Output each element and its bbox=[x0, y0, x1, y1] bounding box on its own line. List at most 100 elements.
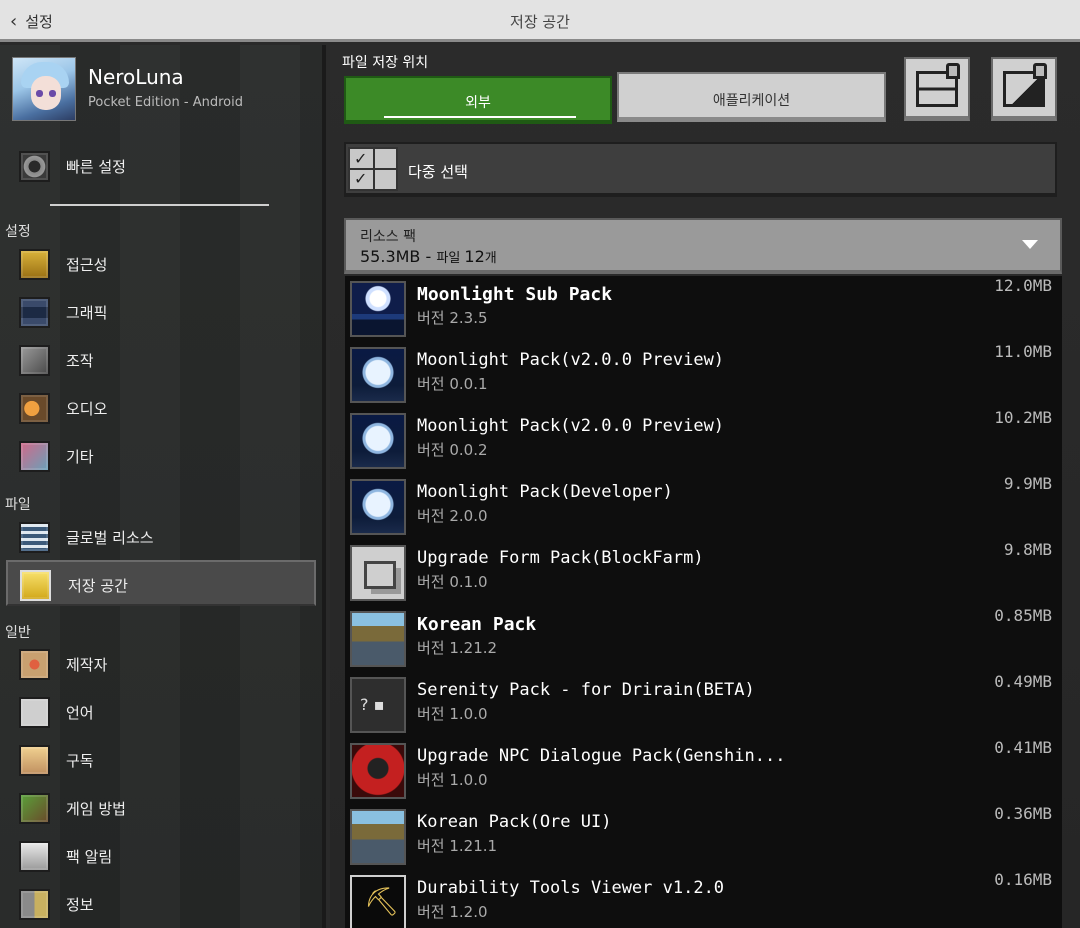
pack-summary: 55.3MB - 파일 12개 bbox=[360, 247, 497, 266]
sidebar-item-label: 구독 bbox=[66, 752, 94, 770]
language-icon bbox=[19, 697, 50, 728]
sidebar-item-label: 오디오 bbox=[66, 400, 108, 418]
sidebar-item-global-resources[interactable]: 글로벌 리소스 bbox=[0, 514, 326, 560]
sort-button[interactable] bbox=[904, 57, 970, 121]
sidebar-item-controls[interactable]: 조작 bbox=[0, 337, 326, 383]
pack-thumbnail-icon bbox=[350, 743, 406, 799]
profile-card[interactable]: NeroLuna Pocket Edition - Android bbox=[12, 57, 312, 125]
lock-icon bbox=[1033, 63, 1047, 79]
resource-pack-dropdown[interactable]: 리소스 팩 55.3MB - 파일 12개 bbox=[344, 218, 1062, 274]
pack-name: Korean Pack bbox=[417, 614, 537, 635]
speaker-icon bbox=[19, 393, 50, 424]
pack-version: 버전 1.0.0 bbox=[417, 771, 488, 789]
sidebar-item-label: 제작자 bbox=[66, 656, 108, 674]
sidebar-item-label: 게임 방법 bbox=[66, 800, 126, 818]
section-label-general: 일반 bbox=[5, 625, 31, 641]
sidebar-item-label: 그래픽 bbox=[66, 304, 108, 322]
global-resources-icon bbox=[19, 522, 50, 553]
pack-size: 0.85MB bbox=[994, 606, 1052, 625]
pack-row[interactable]: Moonlight Sub Pack 버전 2.3.5 12.0MB bbox=[345, 276, 1062, 342]
pack-size: 0.36MB bbox=[994, 804, 1052, 823]
pack-name: Moonlight Pack(v2.0.0 Preview) bbox=[417, 350, 725, 370]
pack-version: 버전 1.2.0 bbox=[417, 903, 488, 921]
tab-label: 애플리케이션 bbox=[712, 93, 791, 109]
sidebar-item-audio[interactable]: 오디오 bbox=[0, 385, 326, 431]
creator-icon bbox=[19, 649, 50, 680]
sidebar-item-language[interactable]: 언어 bbox=[0, 689, 326, 735]
sidebar-item-info[interactable]: 정보 bbox=[0, 881, 326, 927]
pack-thumbnail-icon bbox=[350, 413, 406, 469]
pack-row[interactable]: Moonlight Pack(v2.0.0 Preview) 버전 0.0.2 10… bbox=[345, 408, 1062, 474]
pack-thumbnail-icon bbox=[350, 809, 406, 865]
pack-size: 0.41MB bbox=[994, 738, 1052, 757]
pack-summary-size: 55.3MB bbox=[360, 247, 421, 266]
tab-label: 외부 bbox=[465, 95, 491, 111]
top-bar: ‹ 설정 저장 공간 bbox=[0, 0, 1080, 42]
pack-row[interactable]: Korean Pack 버전 1.21.2 0.85MB bbox=[345, 606, 1062, 672]
pack-version: 버전 1.0.0 bbox=[417, 705, 488, 723]
pack-thumbnail-icon bbox=[350, 611, 406, 667]
pack-name: Moonlight Sub Pack bbox=[417, 284, 613, 305]
selected-underline bbox=[384, 116, 576, 118]
subscription-icon bbox=[19, 745, 50, 776]
controller-icon bbox=[19, 345, 50, 376]
main-panel: 파일 저장 위치 외부 애플리케이션 ✓ ✓ 다중 선택 리소스 팩 55.3MB… bbox=[330, 45, 1080, 928]
sidebar-item-storage[interactable]: 저장 공간 bbox=[6, 560, 316, 606]
tab-application[interactable]: 애플리케이션 bbox=[617, 72, 886, 122]
sidebar-item-graphics[interactable]: 그래픽 bbox=[0, 289, 326, 335]
pack-thumbnail-icon bbox=[350, 875, 406, 928]
pack-row[interactable]: Moonlight Pack(v2.0.0 Preview) 버전 0.0.1 11… bbox=[345, 342, 1062, 408]
sidebar-item-label: 빠른 설정 bbox=[66, 158, 126, 176]
pack-version: 버전 2.3.5 bbox=[417, 309, 488, 327]
pack-version: 버전 0.0.1 bbox=[417, 375, 488, 393]
gear-icon bbox=[19, 151, 50, 182]
sidebar-item-how-to-play[interactable]: 게임 방법 bbox=[0, 785, 326, 831]
sidebar-item-accessibility[interactable]: 접근성 bbox=[0, 241, 326, 287]
multi-select-toggle[interactable]: ✓ ✓ 다중 선택 bbox=[344, 142, 1057, 197]
pack-name: Korean Pack(Ore UI) bbox=[417, 812, 612, 832]
pack-name: Durability Tools Viewer v1.2.0 bbox=[417, 878, 725, 898]
pack-version: 버전 0.0.2 bbox=[417, 441, 488, 459]
sidebar-item-pack-alerts[interactable]: 팩 알림 bbox=[0, 833, 326, 879]
storage-location-label: 파일 저장 위치 bbox=[342, 55, 429, 71]
sidebar-item-label: 팩 알림 bbox=[66, 848, 113, 866]
sidebar-item-other[interactable]: 기타 bbox=[0, 433, 326, 479]
info-icon bbox=[19, 889, 50, 920]
section-label-settings: 설정 bbox=[5, 224, 31, 240]
pack-row[interactable]: Durability Tools Viewer v1.2.0 버전 1.2.0 0.… bbox=[345, 870, 1062, 928]
pack-row[interactable]: Korean Pack(Ore UI) 버전 1.21.1 0.36MB bbox=[345, 804, 1062, 870]
pack-row[interactable]: Upgrade Form Pack(BlockFarm) 버전 0.1.0 9.8M… bbox=[345, 540, 1062, 606]
pack-row[interactable]: Upgrade NPC Dialogue Pack(Genshin... 버전 1… bbox=[345, 738, 1062, 804]
divider bbox=[50, 204, 269, 206]
pack-summary-files-label: 파일 bbox=[436, 251, 465, 266]
pack-size: 12.0MB bbox=[994, 276, 1052, 295]
profile-subtitle: Pocket Edition - Android bbox=[88, 95, 243, 110]
pack-size: 10.2MB bbox=[994, 408, 1052, 427]
sidebar-item-label: 글로벌 리소스 bbox=[66, 529, 154, 547]
pack-list: Moonlight Sub Pack 버전 2.3.5 12.0MB Moonligh… bbox=[345, 276, 1062, 928]
pack-row[interactable]: Serenity Pack - for Drirain(BETA) 버전 1.0.… bbox=[345, 672, 1062, 738]
pack-name: Upgrade Form Pack(BlockFarm) bbox=[417, 548, 704, 568]
sidebar-item-quick-settings[interactable]: 빠른 설정 bbox=[0, 143, 326, 189]
misc-icon bbox=[19, 441, 50, 472]
pack-version: 버전 1.21.2 bbox=[417, 639, 498, 657]
sidebar: NeroLuna Pocket Edition - Android 빠른 설정 … bbox=[0, 45, 326, 928]
sidebar-item-label: 조작 bbox=[66, 352, 94, 370]
pack-version: 버전 2.0.0 bbox=[417, 507, 488, 525]
sidebar-item-subscriptions[interactable]: 구독 bbox=[0, 737, 326, 783]
monitor-icon bbox=[19, 297, 50, 328]
section-label-file: 파일 bbox=[5, 497, 31, 513]
tab-external[interactable]: 외부 bbox=[344, 76, 612, 124]
pack-thumbnail-icon bbox=[350, 479, 406, 535]
lock-icon bbox=[946, 63, 960, 79]
sidebar-item-label: 접근성 bbox=[66, 256, 108, 274]
profile-name: NeroLuna bbox=[88, 65, 184, 89]
view-button[interactable] bbox=[991, 57, 1057, 121]
pack-row[interactable]: Moonlight Pack(Developer) 버전 2.0.0 9.9MB bbox=[345, 474, 1062, 540]
pack-summary-separator: - bbox=[420, 247, 437, 266]
how-to-play-icon bbox=[19, 793, 50, 824]
sidebar-item-label: 언어 bbox=[66, 704, 94, 722]
pack-name: Moonlight Pack(v2.0.0 Preview) bbox=[417, 416, 725, 436]
pack-thumbnail-icon bbox=[350, 281, 406, 337]
sidebar-item-creator[interactable]: 제작자 bbox=[0, 641, 326, 687]
